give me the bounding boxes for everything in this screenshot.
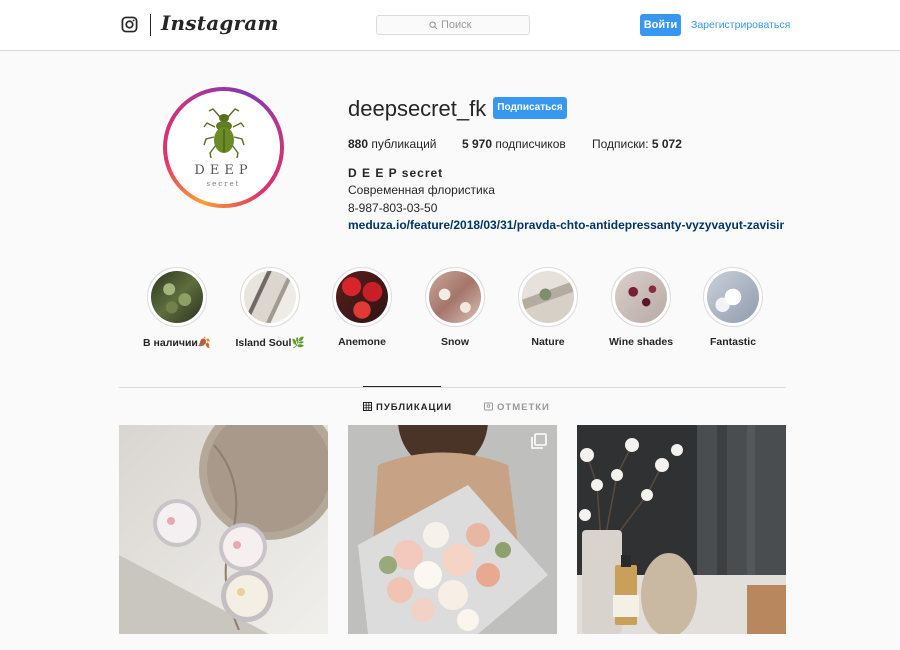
following-count-value: 5 072 <box>651 137 682 151</box>
followers-count[interactable]: 5 970 подписчиков <box>462 137 566 151</box>
bio-phone: 8-987-803-03-50 <box>348 201 438 215</box>
highlight-cover <box>522 271 574 323</box>
highlight-label: Wine shades <box>608 336 674 348</box>
posts-count-label: публикаций <box>371 137 437 151</box>
highlight-cover <box>336 271 388 323</box>
grid-icon <box>363 402 372 411</box>
highlight-ring <box>611 267 671 327</box>
highlight-wine-shades[interactable]: Wine shades <box>601 267 681 348</box>
following-count[interactable]: Подписки: 5 072 <box>592 137 682 151</box>
following-count-label: Подписки: <box>592 137 649 151</box>
logo-divider <box>150 14 151 36</box>
highlight-ring <box>518 267 578 327</box>
post-thumbnail[interactable] <box>119 425 328 634</box>
highlight-label: Nature <box>531 336 565 348</box>
highlight-label: Island Soul🌿 <box>235 337 305 349</box>
bio-line: Современная флористика <box>348 183 495 197</box>
highlight-cover <box>429 271 481 323</box>
active-tab-indicator <box>363 386 441 387</box>
tab-tagged[interactable]: ОТМЕТКИ <box>484 402 550 413</box>
highlight-ring <box>332 267 392 327</box>
tagged-icon <box>484 402 493 411</box>
highlight-label: Anemone <box>338 336 386 348</box>
highlight-snow[interactable]: Snow <box>415 267 495 348</box>
post-thumbnail[interactable] <box>577 425 786 634</box>
post-thumbnail[interactable] <box>348 425 557 634</box>
follow-button[interactable]: Подписаться <box>493 97 567 119</box>
search-input[interactable]: Поиск <box>376 15 530 35</box>
posts-count: 880 публикаций <box>348 137 437 151</box>
highlight-ring <box>425 267 485 327</box>
signup-link[interactable]: Зарегистрироваться <box>691 19 790 31</box>
profile-avatar-ring[interactable]: DEEP secret <box>163 87 284 208</box>
highlight-fantastic[interactable]: Fantastic <box>693 267 773 348</box>
instagram-camera-icon[interactable] <box>121 16 138 33</box>
avatar: DEEP secret <box>167 91 280 204</box>
highlight-cover <box>707 271 759 323</box>
highlight-v-nalichii[interactable]: В наличии🍂 <box>137 267 217 349</box>
highlight-label: Snow <box>441 336 469 348</box>
tabs-divider <box>119 387 786 388</box>
avatar-logo-text: DEEP <box>194 163 253 178</box>
profile-full-name: D E E P secret <box>348 166 444 180</box>
posts-count-value: 880 <box>348 137 369 151</box>
avatar-logo-subtext: secret <box>206 180 241 188</box>
highlight-cover <box>244 271 296 323</box>
highlight-ring <box>703 267 763 327</box>
multiple-posts-icon <box>531 433 547 449</box>
search-icon <box>429 21 438 30</box>
tab-posts[interactable]: ПУБЛИКАЦИИ <box>363 402 452 413</box>
post-image-cotton <box>577 425 786 634</box>
bio-link[interactable]: meduza.io/feature/2018/03/31/pravda-chto… <box>348 218 784 232</box>
top-navigation: Instagram Поиск Войти Зарегистрироваться <box>0 0 900 51</box>
post-image-bouquet <box>348 425 557 634</box>
highlight-island-soul[interactable]: Island Soul🌿 <box>230 267 310 349</box>
profile-username: deepsecret_fk <box>348 96 487 121</box>
highlight-label: В наличии🍂 <box>143 337 211 349</box>
highlight-ring <box>147 267 207 327</box>
highlight-anemone[interactable]: Anemone <box>322 267 402 348</box>
instagram-logo[interactable]: Instagram <box>161 11 279 35</box>
highlight-label: Fantastic <box>709 336 757 348</box>
tab-posts-label: ПУБЛИКАЦИИ <box>376 402 453 413</box>
search-placeholder: Поиск <box>441 19 472 31</box>
highlight-cover <box>615 271 667 323</box>
post-image-balms <box>119 425 328 634</box>
tab-tagged-label: ОТМЕТКИ <box>497 402 550 413</box>
followers-count-label: подписчиков <box>495 137 566 151</box>
highlight-ring <box>240 267 300 327</box>
followers-count-value: 5 970 <box>462 137 493 151</box>
highlight-cover <box>151 271 203 323</box>
login-button[interactable]: Войти <box>640 14 681 36</box>
highlight-nature[interactable]: Nature <box>508 267 588 348</box>
beetle-logo-icon <box>203 108 245 159</box>
